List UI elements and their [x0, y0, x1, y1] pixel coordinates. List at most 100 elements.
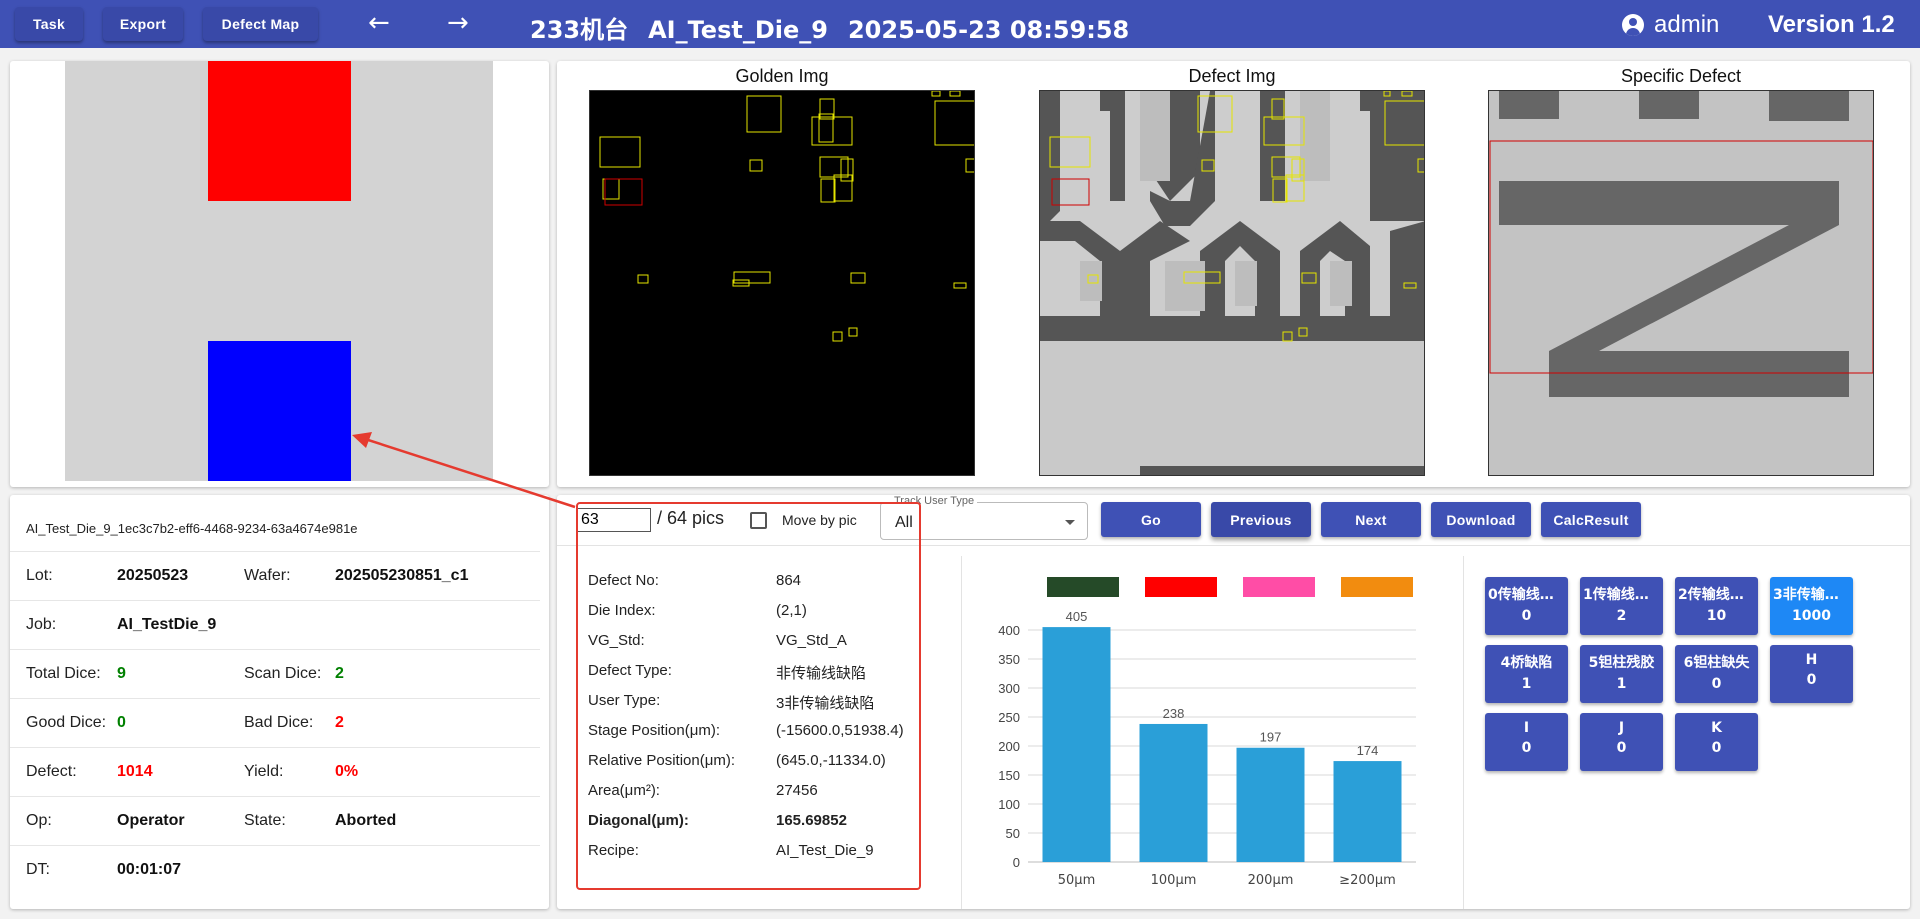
- user-type-name: 2传输线缺陷: [1678, 587, 1758, 603]
- user-type-button[interactable]: 2传输线缺陷 10: [1675, 577, 1758, 635]
- user-type-count: 1: [1521, 676, 1532, 692]
- op-label: Op:: [26, 812, 52, 829]
- user-type-name: 5钽柱残胶: [1588, 655, 1655, 671]
- forward-arrow-icon[interactable]: →: [447, 8, 469, 38]
- x-tick-label: 200μm: [1248, 873, 1294, 888]
- lot-value: 20250523: [117, 567, 189, 584]
- chart-types-divider: [1463, 556, 1464, 909]
- user-type-button[interactable]: H0: [1770, 645, 1853, 703]
- defect-value: 1014: [117, 763, 153, 780]
- user-type-count: 10: [1706, 608, 1727, 624]
- user-type-button[interactable]: 5钽柱残胶 1: [1580, 645, 1663, 703]
- page-title: 233机台 AI_Test_Die_9 2025-05-23 08:59:58: [530, 10, 1149, 45]
- info-row-op: Op: Operator State: Aborted: [10, 796, 540, 845]
- info-row-dice: Total Dice: 9 Scan Dice: 2: [10, 649, 540, 698]
- x-tick-label: 100μm: [1151, 873, 1197, 888]
- die-cell-bad[interactable]: [208, 61, 351, 201]
- legend-swatch: [1145, 577, 1217, 597]
- user-type-count: 0: [1806, 672, 1817, 688]
- y-tick-label: 0: [1013, 855, 1020, 870]
- user-type-name: 3非传输线缺陷: [1773, 587, 1853, 603]
- detail-chart-divider: [961, 556, 962, 909]
- state-value: Aborted: [335, 812, 397, 829]
- job-label: Job:: [26, 616, 57, 633]
- info-row-job: Job: AI_TestDie_9: [10, 600, 540, 649]
- user-type-button[interactable]: J0: [1580, 713, 1663, 771]
- calc-result-button[interactable]: CalcResult: [1541, 502, 1641, 537]
- bar-value-label: 174: [1357, 743, 1379, 758]
- y-tick-label: 150: [998, 768, 1020, 783]
- user-type-button[interactable]: 0传输线缺陷 0: [1485, 577, 1568, 635]
- bar-value-label: 197: [1260, 730, 1282, 745]
- user-menu[interactable]: admin: [1622, 11, 1719, 39]
- user-type-button[interactable]: 3非传输线缺陷 1000: [1770, 577, 1853, 635]
- bad-dice-label: Bad Dice:: [244, 714, 314, 731]
- defect-image-render: [1040, 91, 1424, 475]
- user-type-count: 0: [1711, 676, 1722, 692]
- user-type-button[interactable]: 1传输线缺陷 2: [1580, 577, 1663, 635]
- user-type-count: 0: [1616, 740, 1627, 756]
- golden-defect-boxes: [599, 91, 974, 342]
- yield-label: Yield:: [244, 763, 284, 780]
- bad-dice-value: 2: [335, 714, 344, 731]
- user-type-button[interactable]: K0: [1675, 713, 1758, 771]
- total-dice-label: Total Dice:: [26, 665, 101, 682]
- scan-dice-value: 2: [335, 665, 344, 682]
- defect-record-id: AI_Test_Die_9_1ec3c7b2-eff6-4468-9234-63…: [26, 521, 358, 536]
- info-row-defect: Defect: 1014 Yield: 0%: [10, 747, 540, 796]
- user-type-count: 1000: [1792, 608, 1831, 624]
- bar: [1139, 723, 1208, 862]
- lot-label: Lot:: [26, 567, 53, 584]
- go-button[interactable]: Go: [1101, 502, 1201, 537]
- top-bar: Task Export Defect Map ← → 233机台 AI_Test_…: [0, 0, 1920, 48]
- account-icon: [1622, 14, 1644, 36]
- state-label: State:: [244, 812, 286, 829]
- golden-image[interactable]: [589, 90, 975, 476]
- version-label: Version 1.2: [1768, 11, 1895, 38]
- back-arrow-icon[interactable]: ←: [368, 8, 390, 38]
- y-tick-label: 400: [998, 623, 1020, 638]
- dt-label: DT:: [26, 861, 50, 878]
- user-type-button[interactable]: I0: [1485, 713, 1568, 771]
- scan-dice-label: Scan Dice:: [244, 665, 322, 682]
- user-type-name: 4桥缺陷: [1500, 655, 1553, 671]
- previous-button[interactable]: Previous: [1211, 502, 1311, 537]
- y-tick-label: 350: [998, 652, 1020, 667]
- datetime: 2025-05-23 08:59:58: [847, 16, 1130, 44]
- defect-map-button[interactable]: Defect Map: [203, 7, 318, 41]
- specific-defect-render: [1489, 91, 1873, 475]
- bar: [1042, 627, 1111, 862]
- user-type-name: 0传输线缺陷: [1488, 587, 1568, 603]
- y-tick-label: 50: [1006, 826, 1020, 841]
- user-type-count: 0: [1521, 608, 1532, 624]
- user-type-name: H: [1805, 652, 1818, 668]
- die-cell-selected[interactable]: [208, 341, 351, 481]
- specific-defect-image[interactable]: [1488, 90, 1874, 476]
- bar-value-label: 405: [1066, 609, 1088, 624]
- defect-img-title: Defect Img: [1188, 66, 1276, 86]
- legend-swatch: [1047, 577, 1119, 597]
- defect-label: Defect:: [26, 763, 77, 780]
- specific-defect-title: Specific Defect: [1620, 66, 1742, 86]
- user-type-count: 0: [1711, 740, 1722, 756]
- y-tick-label: 200: [998, 739, 1020, 754]
- x-tick-label: 50μm: [1058, 873, 1095, 888]
- good-dice-label: Good Dice:: [26, 714, 107, 731]
- user-type-name: J: [1618, 720, 1625, 736]
- user-type-count: 1: [1616, 676, 1627, 692]
- user-type-button[interactable]: 4桥缺陷 1: [1485, 645, 1568, 703]
- info-row-good-bad: Good Dice: 0 Bad Dice: 2: [10, 698, 540, 747]
- user-type-name: 1传输线缺陷: [1583, 587, 1663, 603]
- download-button[interactable]: Download: [1431, 502, 1531, 537]
- annotation-highlight-box: [576, 502, 921, 890]
- op-value: Operator: [117, 812, 185, 829]
- info-row-dt: DT: 00:01:07: [10, 845, 540, 894]
- user-type-button[interactable]: 6钽柱缺失 0: [1675, 645, 1758, 703]
- info-row-lot: Lot: 20250523 Wafer: 202505230851_c1: [10, 551, 540, 600]
- next-button[interactable]: Next: [1321, 502, 1421, 537]
- dt-value: 00:01:07: [117, 861, 182, 878]
- export-button[interactable]: Export: [103, 7, 183, 41]
- task-button[interactable]: Task: [15, 7, 83, 41]
- wafer-value: 202505230851_c1: [335, 567, 469, 584]
- defect-image[interactable]: [1039, 90, 1425, 476]
